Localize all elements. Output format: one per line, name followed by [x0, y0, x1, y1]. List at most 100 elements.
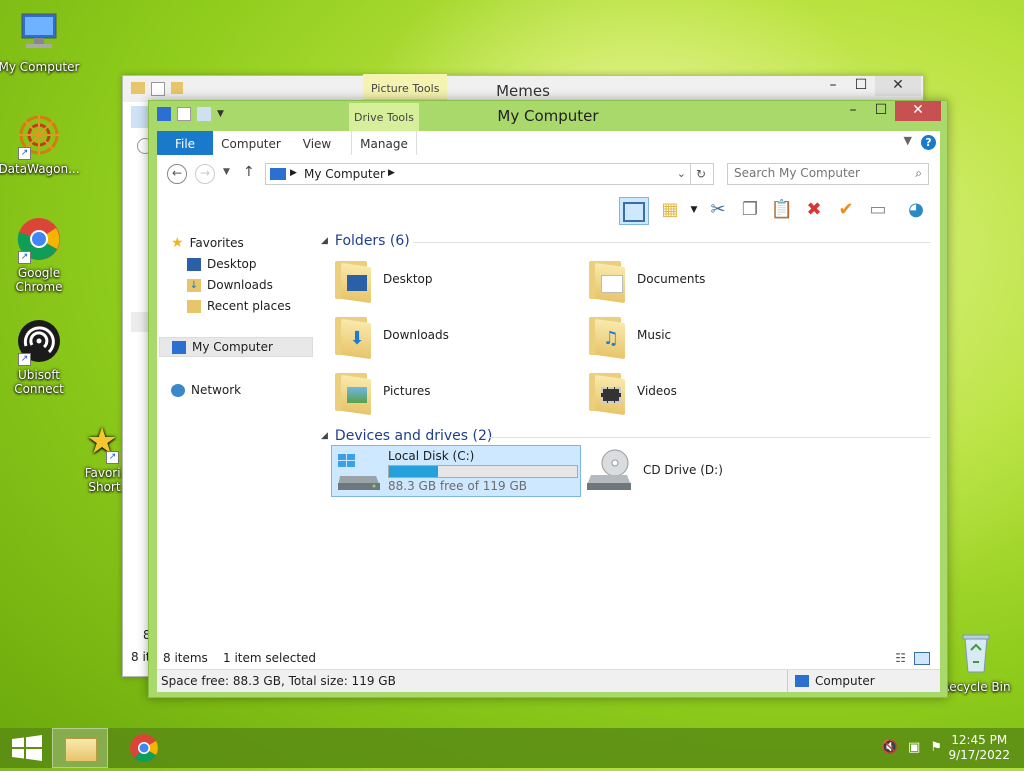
folders-group-header[interactable]: ◢ Folders (6) [321, 233, 931, 249]
nav-downloads[interactable]: ↓ Downloads [187, 275, 273, 295]
collapse-arrow-icon[interactable]: ◢ [321, 236, 328, 246]
taskbar-google-chrome[interactable] [116, 728, 172, 768]
folder-music[interactable]: ♫ Music [585, 313, 671, 360]
memes-window-title: Memes [496, 82, 550, 100]
recent-locations-chevron-icon[interactable]: ▼ [223, 167, 230, 177]
tab-manage[interactable]: Manage [351, 131, 417, 155]
network-status-icon[interactable]: ▣ [908, 740, 920, 755]
maximize-icon[interactable]: ☐ [847, 76, 875, 96]
preview-pane-icon[interactable] [619, 197, 649, 225]
folder-documents[interactable]: Documents [585, 257, 705, 304]
rename-icon[interactable]: ▭ [865, 197, 891, 223]
group-label: Devices and drives (2) [334, 428, 493, 444]
nav-desktop[interactable]: Desktop [187, 254, 257, 274]
open-folder-icon[interactable]: ▦ [657, 197, 683, 223]
hard-drive-icon [336, 452, 382, 492]
address-dropdown-chevron-icon[interactable]: ⌄ [677, 167, 686, 180]
folder-icon [331, 369, 373, 416]
desktop-icon-ubisoft-connect[interactable]: ↗ Ubisoft Connect [0, 318, 81, 396]
computer-icon [172, 340, 186, 354]
computer-icon [270, 168, 286, 180]
system-tray: 🔇 ▣ ⚑ [882, 740, 942, 755]
status-bar: 8 items 1 item selected ☷ [157, 645, 940, 669]
open-folder-chevron-icon[interactable]: ▼ [681, 197, 707, 223]
window-controls: – ☐ ✕ [839, 101, 941, 121]
folder-desktop[interactable]: Desktop [331, 257, 433, 304]
folder-icon [585, 257, 627, 304]
memes-titlebar[interactable]: Picture Tools Memes – ☐ ✕ [123, 74, 923, 102]
film-icon [601, 387, 621, 403]
breadcrumb[interactable]: My Computer [304, 167, 385, 181]
shortcut-arrow-icon: ↗ [18, 251, 31, 264]
search-box[interactable]: ⌕ [727, 163, 929, 185]
breadcrumb-separator-icon[interactable]: ▶ [388, 168, 395, 178]
downloads-icon: ↓ [187, 278, 201, 292]
close-icon[interactable]: ✕ [875, 76, 921, 96]
nav-network[interactable]: Network [171, 380, 241, 400]
tab-view[interactable]: View [297, 131, 337, 155]
selection-count: 1 item selected [223, 651, 317, 665]
collapse-arrow-icon[interactable]: ◢ [321, 431, 328, 441]
tab-file[interactable]: File [157, 131, 213, 155]
close-icon[interactable]: ✕ [895, 101, 941, 121]
folder-label: Videos [637, 384, 677, 398]
start-button[interactable] [0, 728, 56, 768]
copy-icon[interactable]: ❐ [737, 197, 763, 223]
documents-badge-icon [601, 275, 623, 293]
drive-free-space: 88.3 GB free of 119 GB [388, 479, 527, 493]
breadcrumb-separator-icon[interactable]: ▶ [290, 168, 297, 178]
forward-arrow-icon[interactable]: → [195, 164, 215, 184]
clock-date: 9/17/2022 [948, 748, 1010, 762]
titlebar[interactable]: ▼ Drive Tools My Computer – ☐ ✕ [149, 101, 947, 134]
nav-recent-places[interactable]: Recent places [187, 296, 291, 316]
explorer-content: ← → ▼ ↑ ▶ My Computer ▶ ⌄ ↻ ⌕ ▦ ▼ ✂ ❐ 📋 [157, 155, 940, 691]
search-icon[interactable]: ⌕ [915, 166, 922, 181]
devices-group-header[interactable]: ◢ Devices and drives (2) [321, 428, 931, 444]
refresh-icon[interactable]: ↻ [689, 163, 714, 185]
back-arrow-icon[interactable]: ← [167, 164, 187, 184]
minimize-icon[interactable]: – [839, 101, 867, 121]
folder-pictures[interactable]: Pictures [331, 369, 431, 416]
taskbar-file-explorer[interactable] [52, 728, 108, 768]
shortcut-arrow-icon: ↗ [106, 451, 119, 464]
cd-drive-icon [585, 447, 633, 493]
nav-label: Recent places [207, 299, 291, 313]
desktop-icon-my-computer[interactable]: My Computer [0, 10, 81, 74]
drive-cd-d[interactable]: CD Drive (D:) [585, 447, 723, 493]
action-center-flag-icon[interactable]: ⚑ [930, 740, 942, 755]
clock[interactable]: 12:45 PM 9/17/2022 [948, 733, 1010, 763]
minimize-icon[interactable]: – [819, 76, 847, 96]
recent-places-icon [187, 299, 201, 313]
drive-local-disk-c[interactable]: Local Disk (C:) 88.3 GB free of 119 GB [331, 445, 581, 497]
tab-computer[interactable]: Computer [219, 131, 283, 155]
nav-my-computer[interactable]: My Computer [159, 337, 313, 357]
picture-icon [347, 387, 367, 403]
nav-favorites[interactable]: ★ Favorites [171, 233, 244, 253]
expand-ribbon-chevron-icon[interactable]: ▼ [904, 134, 912, 147]
delete-icon[interactable]: ✖ [801, 197, 827, 223]
folder-videos[interactable]: Videos [585, 369, 677, 416]
checkmark-icon[interactable]: ✔ [833, 197, 859, 223]
cut-icon[interactable]: ✂ [705, 197, 731, 223]
explorer-window-my-computer[interactable]: ▼ Drive Tools My Computer – ☐ ✕ File Com… [148, 100, 948, 698]
taskbar: 🔇 ▣ ⚑ 12:45 PM 9/17/2022 [0, 728, 1024, 768]
network-globe-icon[interactable]: ◕ [903, 197, 929, 223]
large-icons-view-icon[interactable] [914, 652, 930, 665]
maximize-icon[interactable]: ☐ [867, 101, 895, 121]
paste-icon[interactable]: 📋 [769, 197, 795, 223]
download-arrow-icon: ⬇ [349, 328, 365, 349]
datawagon-logo-icon: ↗ [16, 112, 62, 160]
volume-muted-icon[interactable]: 🔇 [882, 740, 898, 755]
address-bar[interactable]: ▶ My Computer ▶ ⌄ [265, 163, 691, 185]
help-icon[interactable]: ? [921, 135, 936, 150]
desktop-icon-datawagon[interactable]: ↗ DataWagon... [0, 112, 81, 176]
nav-label: Network [191, 383, 242, 397]
up-arrow-icon[interactable]: ↑ [243, 164, 255, 180]
nav-label: Desktop [207, 257, 257, 271]
group-divider [413, 242, 931, 243]
chrome-icon [130, 734, 158, 763]
details-view-icon[interactable]: ☷ [895, 651, 906, 665]
folder-downloads[interactable]: ⬇ Downloads [331, 313, 449, 360]
desktop-icon-google-chrome[interactable]: ↗ Google Chrome [0, 216, 81, 294]
search-input[interactable] [728, 164, 904, 182]
